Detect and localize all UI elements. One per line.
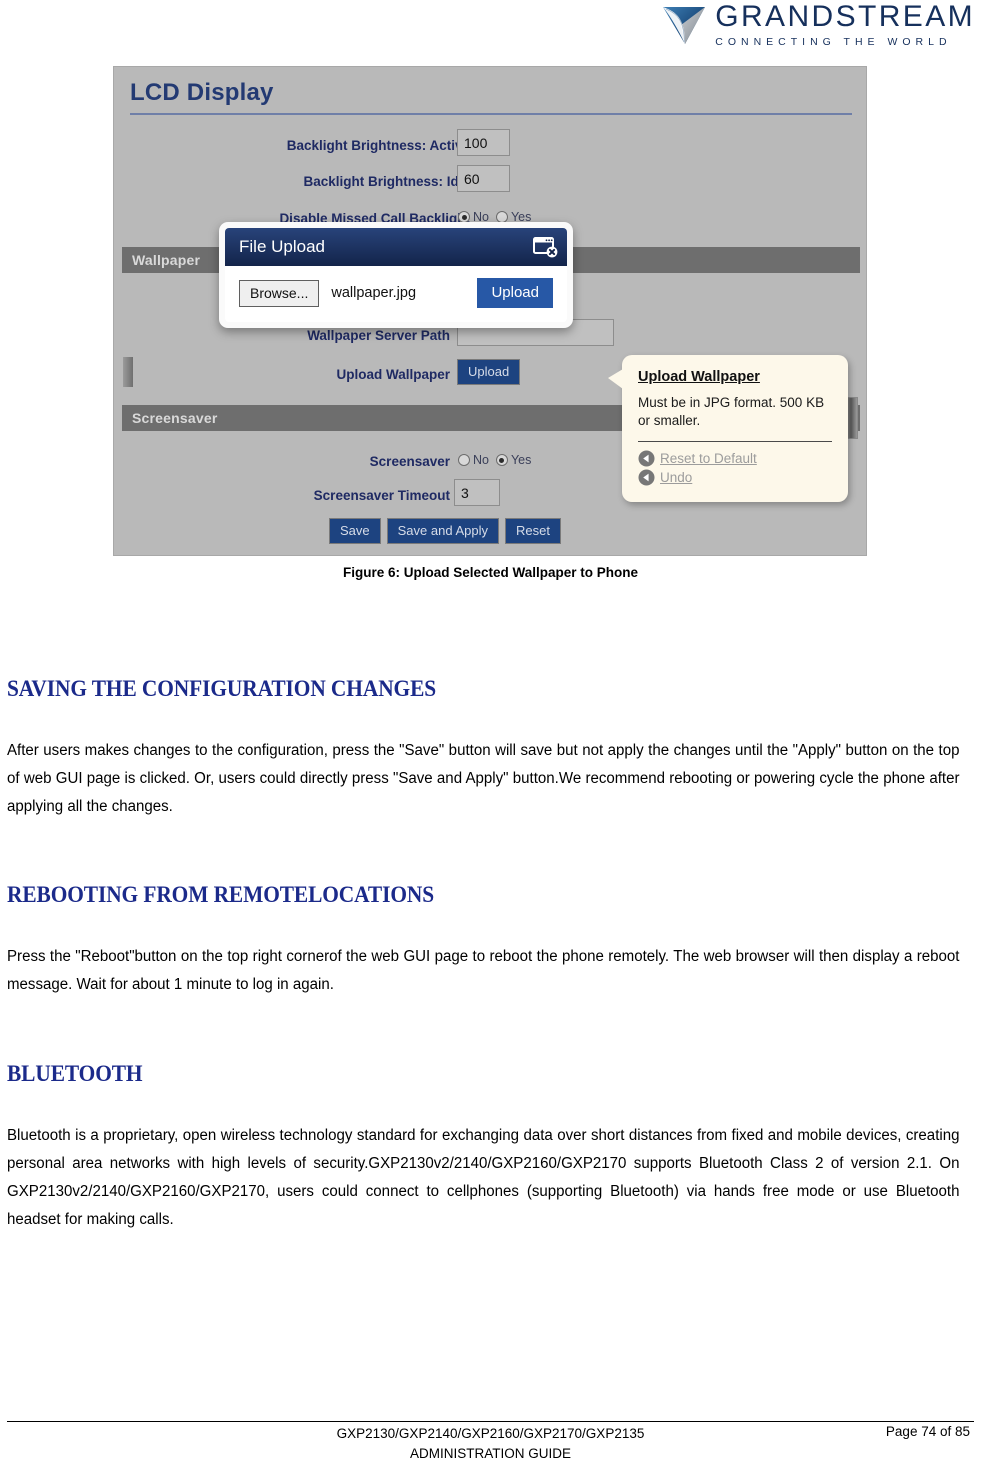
- label-screensaver-timeout: Screensaver Timeout: [313, 487, 450, 503]
- label-backlight-active: Backlight Brightness: Active: [286, 137, 470, 153]
- browse-button[interactable]: Browse...: [239, 279, 320, 307]
- section-heading-bluetooth: BLUETOOTH: [7, 1061, 143, 1087]
- tooltip-title: Upload Wallpaper: [638, 369, 760, 385]
- upload-wallpaper-button[interactable]: Upload: [457, 359, 521, 385]
- figure-caption: Figure 6: Upload Selected Wallpaper to P…: [342, 565, 639, 580]
- label-screensaver: Screensaver: [369, 453, 450, 469]
- document-header: GRANDSTREAM CONNECTING THE WORLD: [0, 0, 981, 58]
- save-button[interactable]: Save: [329, 518, 381, 544]
- footer-page-number: Page 74 of 85: [885, 1424, 970, 1439]
- radio-label-screensaver-yes: Yes: [510, 453, 532, 467]
- save-and-apply-button[interactable]: Save and Apply: [386, 518, 499, 544]
- logo-name: GRANDSTREAM: [715, 0, 975, 33]
- footer-center-text: GXP2130/GXP2140/GXP2160/GXP2170/GXP2135 …: [7, 1424, 974, 1463]
- label-backlight-idle: Backlight Brightness: Idle: [303, 173, 470, 189]
- radio-screensaver-yes[interactable]: Yes: [495, 453, 532, 467]
- undo-arrow-icon: [638, 469, 655, 486]
- label-wallpaper-server-path: Wallpaper Server Path: [307, 327, 450, 343]
- document-footer: GXP2130/GXP2140/GXP2160/GXP2170/GXP2135 …: [7, 1424, 974, 1466]
- input-screensaver-timeout[interactable]: 3: [454, 479, 500, 506]
- close-icon[interactable]: [533, 236, 559, 258]
- logo-wordmark: GRANDSTREAM CONNECTING THE WORLD: [715, 2, 975, 48]
- title-divider: [130, 113, 852, 115]
- undo-label: Undo: [660, 469, 693, 485]
- section-heading-saving-configuration: SAVING THE CONFIGURATION CHANGES: [7, 676, 437, 701]
- logo-tagline: CONNECTING THE WORLD: [715, 36, 952, 48]
- reset-button[interactable]: Reset: [505, 518, 561, 544]
- row-upload-wallpaper: Upload Wallpaper: [130, 362, 450, 386]
- figure-6-image: LCD Display Backlight Brightness: Active…: [113, 66, 867, 556]
- radiogroup-screensaver[interactable]: No Yes: [458, 453, 531, 467]
- input-backlight-active[interactable]: 100: [457, 129, 510, 156]
- section-title-wallpaper: Wallpaper: [132, 252, 201, 268]
- footer-guide-title: ADMINISTRATION GUIDE: [409, 1445, 571, 1461]
- grandstream-logo-icon: [663, 6, 706, 44]
- back-arrow-icon: [638, 450, 655, 467]
- upload-wallpaper-tooltip: Upload Wallpaper Must be in JPG format. …: [608, 355, 848, 502]
- grandstream-logo: GRANDSTREAM CONNECTING THE WORLD: [661, 2, 975, 48]
- file-upload-dialog-titlebar: File Upload: [225, 228, 567, 266]
- row-screensaver: Screensaver: [130, 449, 450, 473]
- radio-screensaver-no[interactable]: No: [458, 453, 489, 467]
- dialog-upload-button[interactable]: Upload: [477, 278, 553, 308]
- section-paragraph-rebooting: Press the "Reboot"button on the top righ…: [7, 948, 960, 994]
- footer-divider: [7, 1421, 974, 1422]
- page-title: LCD Display: [130, 79, 274, 106]
- footer-models: GXP2130/GXP2140/GXP2160/GXP2170/GXP2135: [336, 1426, 645, 1441]
- document-body: SAVING THE CONFIGURATION CHANGES After u…: [7, 676, 974, 1233]
- section-title-screensaver: Screensaver: [132, 410, 218, 426]
- label-upload-wallpaper: Upload Wallpaper: [336, 366, 450, 382]
- file-upload-dialog: File Upload Browse... wallpaper.jpg Uplo…: [219, 222, 573, 328]
- radio-dot-screensaver-yes: [495, 454, 508, 466]
- section-paragraph-saving-configuration: After users makes changes to the configu…: [7, 742, 960, 815]
- file-upload-dialog-title: File Upload: [239, 237, 325, 256]
- tooltip-divider: [638, 440, 832, 442]
- file-upload-dialog-body: Browse... wallpaper.jpg Upload: [225, 266, 567, 322]
- section-paragraph-bluetooth: Bluetooth is a proprietary, open wireles…: [7, 1127, 960, 1228]
- radio-label-screensaver-no: No: [473, 453, 489, 467]
- selected-filename: wallpaper.jpg: [331, 285, 417, 301]
- tooltip-body: Must be in JPG format. 500 KB or smaller…: [638, 395, 825, 428]
- row-backlight-idle: Backlight Brightness: Idle: [130, 169, 470, 193]
- input-backlight-idle[interactable]: 60: [457, 165, 510, 192]
- reset-to-default-label: Reset to Default: [660, 450, 757, 466]
- row-screensaver-timeout: Screensaver Timeout: [130, 483, 450, 507]
- row-backlight-active: Backlight Brightness: Active: [130, 133, 470, 157]
- reset-to-default-action[interactable]: Reset to Default: [638, 450, 832, 467]
- form-action-buttons: Save Save and Apply Reset: [329, 518, 561, 544]
- section-heading-rebooting: REBOOTING FROM REMOTELOCATIONS: [7, 882, 435, 908]
- undo-action[interactable]: Undo: [638, 469, 832, 486]
- radio-dot-screensaver-no: [458, 454, 470, 466]
